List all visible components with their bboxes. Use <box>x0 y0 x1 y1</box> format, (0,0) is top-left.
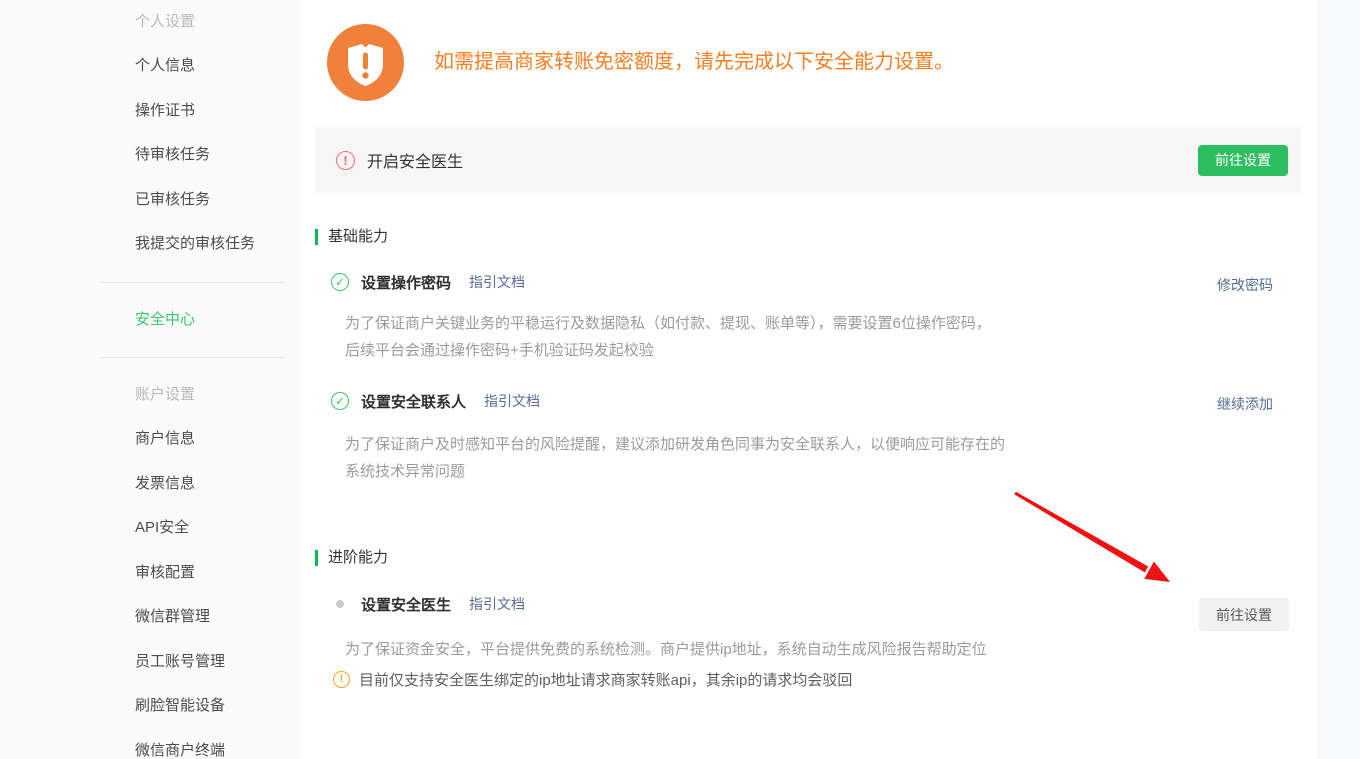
capability-description: 为了保证资金安全，平台提供免费的系统检测。商户提供ip地址，系统自动生成风险报告… <box>345 636 1065 663</box>
capability-description: 为了保证商户关键业务的平稳运行及数据隐私（如付款、提现、账单等），需要设置6位操… <box>345 310 1005 364</box>
main-content: 如需提高商家转账免密额度，请先完成以下安全能力设置。 ! 开启安全医生 前往设置… <box>300 0 1317 759</box>
ip-restriction-notice: ! 目前仅支持安全医生绑定的ip地址请求商家转账api，其余ip的请求均会驳回 <box>333 669 852 690</box>
sidebar-divider <box>100 357 285 358</box>
sidebar-item-my-submitted-review-tasks[interactable]: 我提交的审核任务 <box>0 222 300 267</box>
sidebar-item-pending-review-tasks[interactable]: 待审核任务 <box>0 133 300 178</box>
guide-doc-link[interactable]: 指引文档 <box>469 594 525 614</box>
red-annotation-arrow <box>1008 490 1180 590</box>
sidebar-section-account-settings: 账户设置 <box>0 373 300 417</box>
bullet-dot-icon <box>331 595 349 613</box>
sidebar-item-reviewed-tasks[interactable]: 已审核任务 <box>0 178 300 223</box>
alert-go-to-settings-button[interactable]: 前往设置 <box>1198 145 1288 176</box>
capability-row-security-doctor: 设置安全医生 指引文档 <box>331 594 525 614</box>
exclamation-circle-icon: ! <box>336 151 355 170</box>
sidebar-item-wechat-merchant-terminal[interactable]: 微信商户终端 <box>0 729 300 759</box>
sidebar-item-operation-certificate[interactable]: 操作证书 <box>0 89 300 134</box>
alert-title: 开启安全医生 <box>367 148 463 172</box>
security-doctor-alert-bar: ! 开启安全医生 前往设置 <box>315 127 1301 193</box>
check-circle-icon: ✓ <box>331 273 349 291</box>
sidebar: 个人设置 个人信息 操作证书 待审核任务 已审核任务 我提交的审核任务 安全中心… <box>0 0 300 759</box>
sidebar-item-wechat-group-management[interactable]: 微信群管理 <box>0 595 300 640</box>
sidebar-item-invoice-info[interactable]: 发票信息 <box>0 462 300 507</box>
notice-text: 目前仅支持安全医生绑定的ip地址请求商家转账api，其余ip的请求均会驳回 <box>359 669 852 690</box>
sidebar-item-face-smart-device[interactable]: 刷脸智能设备 <box>0 684 300 729</box>
check-circle-icon: ✓ <box>331 392 349 410</box>
sidebar-item-personal-info[interactable]: 个人信息 <box>0 44 300 89</box>
capability-title: 设置安全医生 <box>361 594 451 615</box>
sidebar-item-merchant-info[interactable]: 商户信息 <box>0 417 300 462</box>
section-title-advanced-capabilities: 进阶能力 <box>315 550 388 566</box>
sidebar-item-security-center[interactable]: 安全中心 <box>0 298 300 343</box>
sidebar-item-review-config[interactable]: 审核配置 <box>0 551 300 596</box>
guide-doc-link[interactable]: 指引文档 <box>469 272 525 292</box>
sidebar-item-api-security[interactable]: API安全 <box>0 506 300 551</box>
sidebar-item-staff-account-management[interactable]: 员工账号管理 <box>0 640 300 685</box>
continue-adding-link[interactable]: 继续添加 <box>1217 394 1273 414</box>
shield-exclamation-icon <box>327 24 404 101</box>
advanced-go-to-settings-button[interactable]: 前往设置 <box>1199 598 1289 631</box>
capability-row-security-contact: ✓ 设置安全联系人 指引文档 <box>331 391 540 411</box>
banner-message: 如需提高商家转账免密额度，请先完成以下安全能力设置。 <box>434 49 954 76</box>
capability-title: 设置操作密码 <box>361 272 451 293</box>
modify-password-link[interactable]: 修改密码 <box>1217 275 1273 295</box>
page-right-gutter <box>1317 0 1360 759</box>
capability-title: 设置安全联系人 <box>361 391 466 412</box>
capability-row-operation-password: ✓ 设置操作密码 指引文档 <box>331 272 525 292</box>
info-circle-icon: ! <box>333 671 350 688</box>
sidebar-divider <box>100 282 285 283</box>
guide-doc-link[interactable]: 指引文档 <box>484 391 540 411</box>
capability-description: 为了保证商户及时感知平台的风险提醒，建议添加研发角色同事为安全联系人，以便响应可… <box>345 431 1005 485</box>
section-title-basic-capabilities: 基础能力 <box>315 229 388 245</box>
sidebar-section-personal-settings: 个人设置 <box>0 0 300 44</box>
